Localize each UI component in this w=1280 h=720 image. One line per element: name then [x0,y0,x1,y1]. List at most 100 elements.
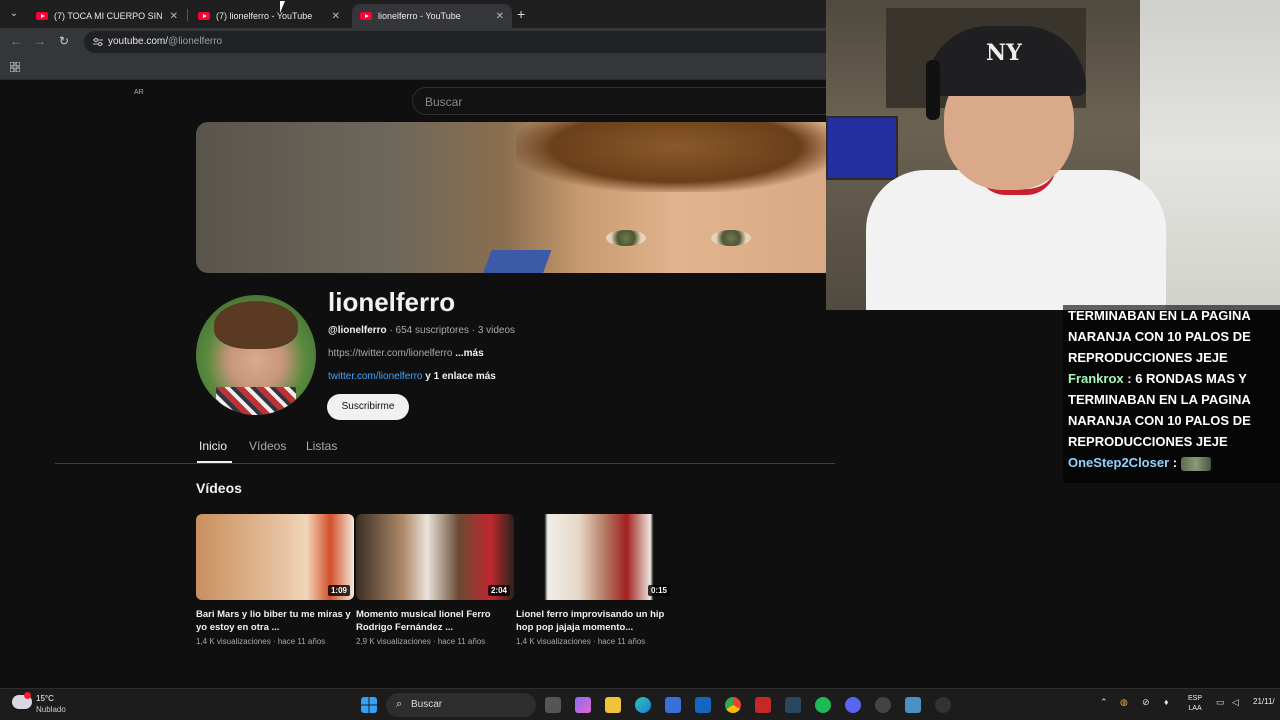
tab-close-icon[interactable]: ✕ [170,11,178,22]
meta-dot: · [270,637,278,646]
tray-app-icon[interactable]: ◍ [1120,697,1128,708]
tab-close-icon[interactable]: ✕ [332,11,340,22]
tab-title: lionelferro - YouTube [378,11,461,21]
app-window-icon[interactable] [905,697,921,713]
tab-inicio[interactable]: Inicio [199,439,227,453]
site-settings-icon[interactable] [92,36,104,48]
discord-icon[interactable] [845,697,861,713]
taskbar-date[interactable]: 21/11/ [1253,697,1275,707]
video-views: 1,4 K visualizaciones [196,637,271,646]
browser-tab-1[interactable]: (7) TOCA MI CUERPO SIN ROPA ✕ [28,4,186,28]
tray-volume-icon[interactable]: ◁ [1232,697,1239,708]
video-duration: 0:15 [647,585,670,596]
description-text: https://twitter.com/lionelferro [328,348,453,359]
tab-search-chevron-icon[interactable]: ⌄ [6,6,22,22]
video-duration: 2:04 [487,585,510,596]
channel-name: lionelferro [328,287,456,317]
windows-taskbar: 15°C Nublado ⌕ Buscar ⌃ ◍ ⊘ ♦ ESP LAA ▭ ◁… [0,688,1280,720]
video-title[interactable]: Bari Mars y lio biber tu me miras y yo e… [196,608,354,634]
outlook-icon[interactable] [695,697,711,713]
video-thumbnail[interactable]: 0:15 [516,514,674,600]
chat-message: TERMINABAN EN LA PAGINA NARANJA CON 10 P… [1063,305,1280,368]
banner-shirt [480,250,552,273]
address-bar[interactable]: youtube.com/@lionelferro [84,31,844,53]
more-link[interactable]: ...más [455,348,483,359]
g-hub-icon[interactable] [935,697,951,713]
video-card[interactable]: 1:09 Bari Mars y lio biber tu me miras y… [196,514,354,646]
chrome-icon[interactable] [725,697,741,713]
chat-message: OneStep2Closer : [1063,452,1280,473]
subscriber-count: 654 suscriptores [395,325,469,336]
section-title-videos: Vídeos [196,480,242,496]
spotify-icon[interactable] [815,697,831,713]
tab-close-icon[interactable]: ✕ [496,11,504,22]
video-age: hace 11 años [597,637,646,646]
channel-meta: @lionelferro · 654 suscriptores · 3 vide… [328,325,515,336]
language-indicator[interactable]: ESP LAA [1188,694,1202,714]
url-path: @lionelferro [168,36,223,47]
chat-username: OneStep2Closer [1068,455,1170,470]
channel-handle: @lionelferro [328,325,387,336]
weather-alert-icon [24,692,31,699]
tray-display-icon[interactable]: ▭ [1216,697,1225,708]
more-links[interactable]: y 1 enlace más [425,371,496,382]
windows-start-icon[interactable] [361,697,377,713]
twitter-link[interactable]: twitter.com/lionelferro [328,371,422,382]
meta-dot: · [590,637,598,646]
video-views: 1,4 K visualizaciones [516,637,591,646]
video-thumbnail[interactable]: 2:04 [356,514,514,600]
video-count: 3 videos [477,325,516,336]
taskbar-search-text: Buscar [411,699,443,710]
cap-logo: NY [986,40,1022,66]
video-thumbnail[interactable]: 1:09 [196,514,354,600]
tab-listas[interactable]: Listas [306,439,337,453]
tabs-divider [55,463,835,464]
app-icon[interactable] [875,697,891,713]
chat-text: TERMINABAN EN LA PAGINA NARANJA CON 10 P… [1068,308,1251,365]
edge-icon[interactable] [635,697,651,713]
taskbar-search[interactable]: ⌕ Buscar [386,693,536,717]
tab-title: (7) TOCA MI CUERPO SIN ROPA [54,11,164,21]
tab-videos[interactable]: Vídeos [249,439,286,453]
browser-tab-3-active[interactable]: lionelferro - YouTube ✕ [352,4,512,28]
browser-tab-2[interactable]: (7) lionelferro - YouTube ✕ [190,4,348,28]
chat-overlay: TERMINABAN EN LA PAGINA NARANJA CON 10 P… [1063,305,1280,483]
tray-mic-icon[interactable]: ♦ [1164,697,1169,707]
forward-arrow-icon[interactable]: → [34,34,46,48]
country-code: AR [134,89,144,96]
date-text: 21/11/ [1253,697,1275,706]
chat-message: Frankrox : 6 RONDAS MAS Y TERMINABAN EN … [1063,368,1280,452]
youtube-search-input[interactable]: Buscar [412,87,832,115]
chat-text: : [1172,455,1178,470]
channel-avatar[interactable] [196,295,316,415]
video-title[interactable]: Momento musical lionel Ferro Rodrigo Fer… [356,608,514,634]
lang-top: ESP [1188,695,1203,702]
copilot-icon[interactable] [575,697,591,713]
subscribe-button[interactable]: Suscribirme [327,394,409,420]
tab-separator [187,9,188,21]
video-card[interactable]: 2:04 Momento musical lionel Ferro Rodrig… [356,514,514,646]
banner-eye-left [606,230,646,246]
webcam-overlay: NY [826,0,1280,310]
search-icon: ⌕ [396,698,403,710]
new-tab-button[interactable]: + [517,6,525,22]
youtube-favicon-icon [360,12,372,20]
video-title[interactable]: Lionel ferro improvisando un hip hop pop… [516,608,674,634]
tray-network-icon[interactable]: ⊘ [1142,697,1150,708]
task-view-icon[interactable] [545,697,561,713]
reload-icon[interactable]: ↻ [59,34,69,48]
video-card[interactable]: 0:15 Lionel ferro improvisando un hip ho… [516,514,674,646]
meta-dot: · [430,637,438,646]
back-arrow-icon[interactable]: ← [10,34,22,48]
headset-icon [926,60,940,120]
mouse-cursor-icon [280,1,290,13]
avatar-shirt [216,387,296,415]
steam-icon[interactable] [785,697,801,713]
apps-grid-icon[interactable] [10,62,20,72]
store-icon[interactable] [665,697,681,713]
tray-chevron-icon[interactable]: ⌃ [1100,697,1108,708]
channel-description[interactable]: https://twitter.com/lionelferro ...más [328,348,484,359]
stream-app-icon[interactable] [755,697,771,713]
file-explorer-icon[interactable] [605,697,621,713]
channel-links: twitter.com/lionelferro y 1 enlace más [328,371,496,382]
